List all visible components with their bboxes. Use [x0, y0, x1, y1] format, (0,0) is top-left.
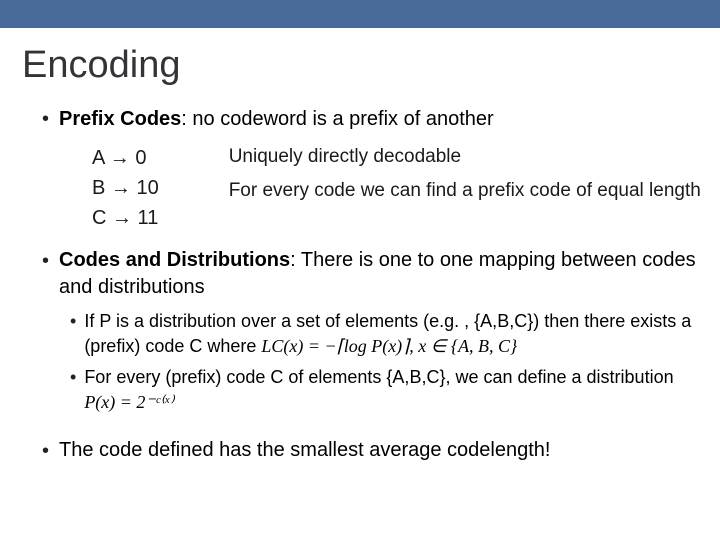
bullet-icon: • [70, 309, 76, 334]
bullet-prefix-codes: • Prefix Codes: no codeword is a prefix … [42, 105, 702, 133]
bullet-icon: • [70, 365, 76, 390]
prefix-example: A → 0 B → 10 C → 11 Uniquely directly de… [92, 143, 702, 233]
bullet-icon: • [42, 437, 49, 465]
bullet-icon: • [42, 105, 49, 133]
final-text: The code defined has the smallest averag… [59, 437, 550, 464]
prefix-label-rest: : no codeword is a prefix of another [181, 108, 493, 130]
explain-line-2: For every code we can find a prefix code… [229, 177, 701, 205]
header-bar [0, 0, 720, 28]
prefix-label-bold: Prefix Codes [59, 108, 181, 130]
slide-title: Encoding [0, 28, 720, 87]
code-mappings: A → 0 B → 10 C → 11 [92, 143, 159, 233]
sub2-formula: P(x) = 2⁻ᶜ⁽ˣ⁾ [84, 392, 173, 412]
bullet-icon: • [42, 247, 49, 275]
dist-label-bold: Codes and Distributions [59, 249, 290, 271]
code-b: B → 10 [92, 173, 159, 203]
bullet-text: Codes and Distributions: There is one to… [59, 247, 702, 301]
explain-line-1: Uniquely directly decodable [229, 143, 701, 171]
bullet-text: Prefix Codes: no codeword is a prefix of… [59, 105, 494, 133]
code-a: A → 0 [92, 143, 159, 173]
code-explanation: Uniquely directly decodable For every co… [229, 143, 701, 233]
sub1-formula: LC(x) = −⌈log P(x)⌉, x ∈ {A, B, C} [261, 336, 517, 356]
slide-content: • Prefix Codes: no codeword is a prefix … [0, 87, 720, 465]
sub-bullet-1: • If P is a distribution over a set of e… [70, 309, 702, 359]
sub-bullet-2: • For every (prefix) code C of elements … [70, 365, 702, 415]
sub-text-2: For every (prefix) code C of elements {A… [84, 365, 702, 415]
sub-text-1: If P is a distribution over a set of ele… [84, 309, 702, 359]
bullet-codes-distributions: • Codes and Distributions: There is one … [42, 247, 702, 301]
bullet-final: • The code defined has the smallest aver… [42, 437, 702, 465]
sub2-text: For every (prefix) code C of elements {A… [84, 367, 673, 387]
sub-bullet-list: • If P is a distribution over a set of e… [70, 309, 702, 415]
code-c: C → 11 [92, 203, 159, 233]
